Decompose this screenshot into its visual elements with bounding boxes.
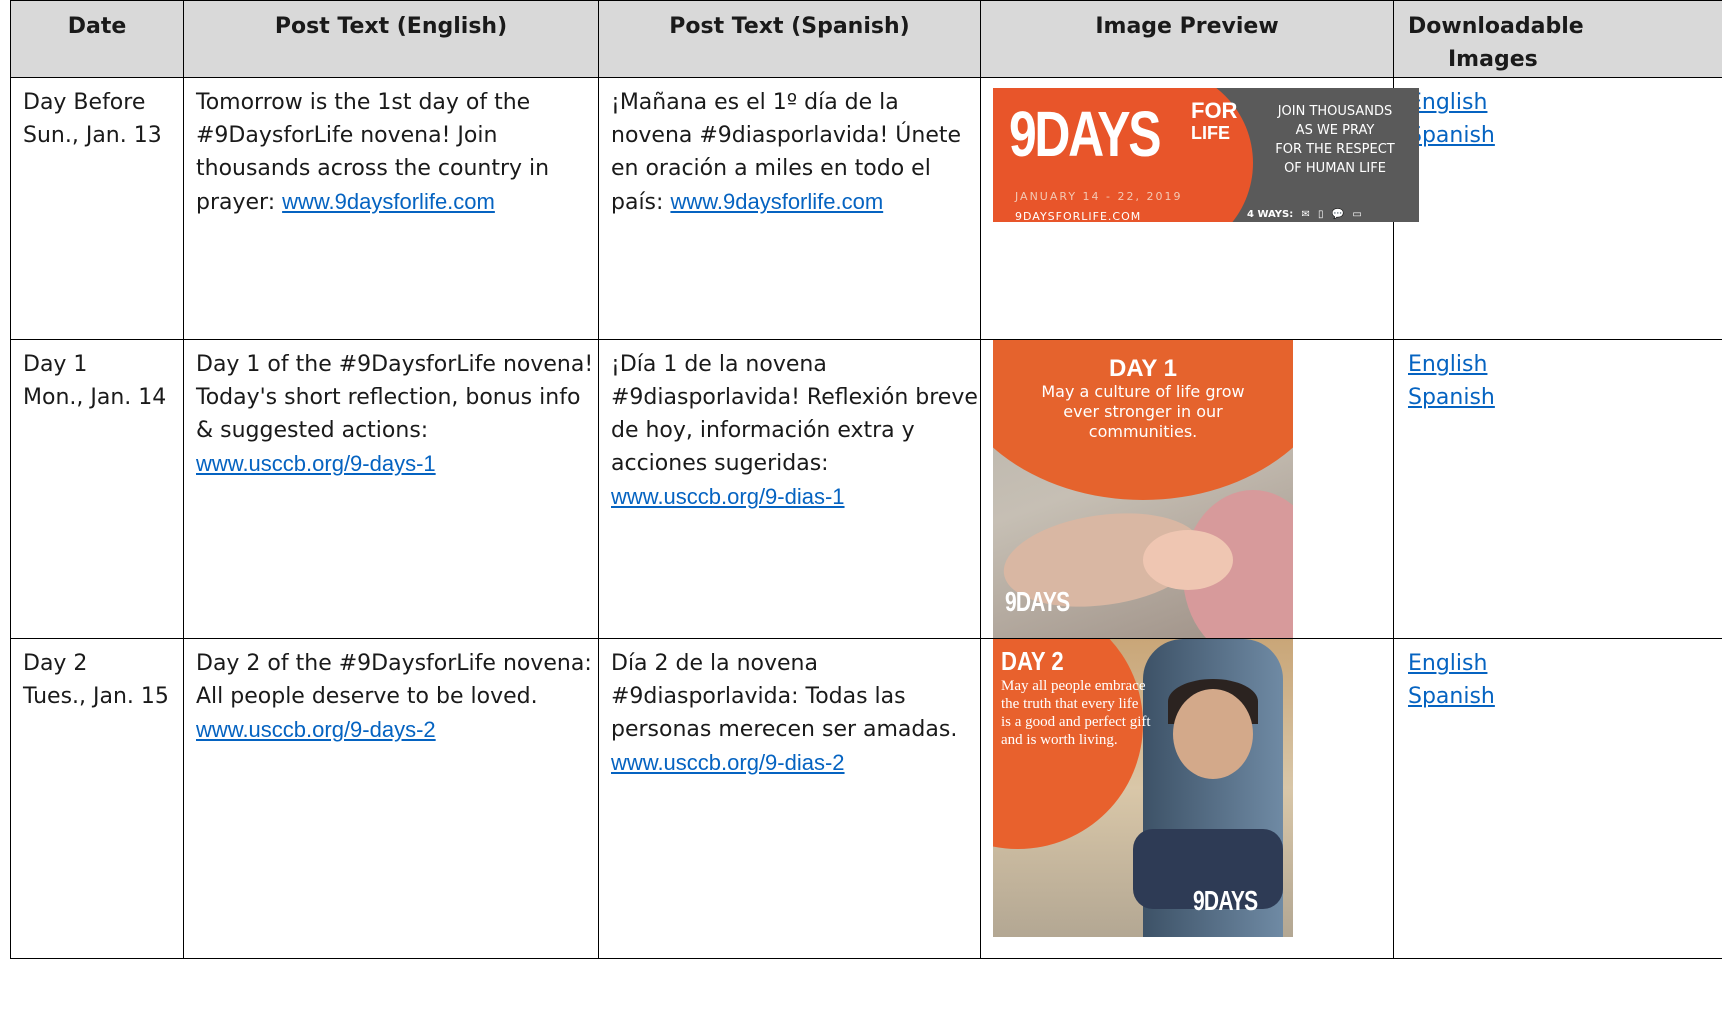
english-post-link[interactable]: www.usccb.org/9-days-2 bbox=[196, 717, 436, 742]
spanish-post-cell: ¡Día 1 de la novena #9diasporlavida! Ref… bbox=[598, 339, 981, 639]
9days-banner-image: 9DAYS FOR LIFE JANUARY 14 - 22, 2019 9DA… bbox=[993, 88, 1419, 222]
header-downloadable-images: Downloadable Images bbox=[1393, 0, 1722, 78]
email-icon: ✉ bbox=[1301, 209, 1310, 220]
english-post-cell: Day 1 of the #9DaysforLife novena! Today… bbox=[183, 339, 599, 639]
english-post-link[interactable]: www.9daysforlife.com bbox=[282, 189, 495, 214]
downloadable-images-cell: English Spanish bbox=[1393, 77, 1722, 340]
chat-icon: 💬 bbox=[1331, 209, 1345, 220]
download-spanish-link[interactable]: Spanish bbox=[1408, 680, 1712, 713]
download-spanish-link[interactable]: Spanish bbox=[1408, 381, 1712, 414]
date-cell: Day 2 Tues., Jan. 15 bbox=[10, 638, 184, 959]
spanish-post-link[interactable]: www.9daysforlife.com bbox=[670, 189, 883, 214]
header-row: Date Post Text (English) Post Text (Span… bbox=[10, 0, 1722, 78]
english-post-cell: Tomorrow is the 1st day of the #9Daysfor… bbox=[183, 77, 599, 340]
spanish-post-link[interactable]: www.usccb.org/9-dias-1 bbox=[611, 484, 845, 509]
laptop-icon: ▭ bbox=[1352, 209, 1362, 220]
image-preview-cell: 9DAYS FOR LIFE JANUARY 14 - 22, 2019 9DA… bbox=[980, 77, 1419, 340]
english-post-link[interactable]: www.usccb.org/9-days-1 bbox=[196, 451, 436, 476]
downloadable-images-cell: English Spanish bbox=[1393, 638, 1722, 959]
spanish-post-cell: ¡Mañana es el 1º día de la novena #9dias… bbox=[598, 77, 981, 340]
social-media-plan-table: Date Post Text (English) Post Text (Span… bbox=[10, 0, 1722, 959]
image-preview-cell: DAY 1 May a culture of life grow ever st… bbox=[980, 339, 1394, 639]
table-row: Day Before Sun., Jan. 13 Tomorrow is the… bbox=[10, 77, 1722, 340]
downloadable-images-cell: English Spanish bbox=[1393, 339, 1722, 639]
header-post-text-english: Post Text (English) bbox=[183, 0, 599, 78]
spanish-post-link[interactable]: www.usccb.org/9-dias-2 bbox=[611, 750, 845, 775]
day2-image: DAY 2 May all people embrace the truth t… bbox=[993, 639, 1293, 937]
download-english-link[interactable]: English bbox=[1408, 647, 1712, 680]
date-cell: Day 1 Mon., Jan. 14 bbox=[10, 339, 184, 639]
download-english-link[interactable]: English bbox=[1408, 348, 1712, 381]
date-cell: Day Before Sun., Jan. 13 bbox=[10, 77, 184, 340]
day1-image: DAY 1 May a culture of life grow ever st… bbox=[993, 340, 1293, 638]
download-english-link[interactable]: English bbox=[1408, 86, 1712, 119]
header-date: Date bbox=[10, 0, 184, 78]
header-image-preview: Image Preview bbox=[980, 0, 1394, 78]
app-icon: ▯ bbox=[1318, 209, 1324, 220]
table-row: Day 2 Tues., Jan. 15 Day 2 of the #9Days… bbox=[10, 638, 1722, 959]
table-row: Day 1 Mon., Jan. 14 Day 1 of the #9Daysf… bbox=[10, 339, 1722, 639]
image-preview-cell: DAY 2 May all people embrace the truth t… bbox=[980, 638, 1394, 959]
spanish-post-cell: Día 2 de la novena #9diasporlavida: Toda… bbox=[598, 638, 981, 959]
english-post-cell: Day 2 of the #9DaysforLife novena: All p… bbox=[183, 638, 599, 959]
download-spanish-link[interactable]: Spanish bbox=[1408, 119, 1712, 152]
header-post-text-spanish: Post Text (Spanish) bbox=[598, 0, 981, 78]
